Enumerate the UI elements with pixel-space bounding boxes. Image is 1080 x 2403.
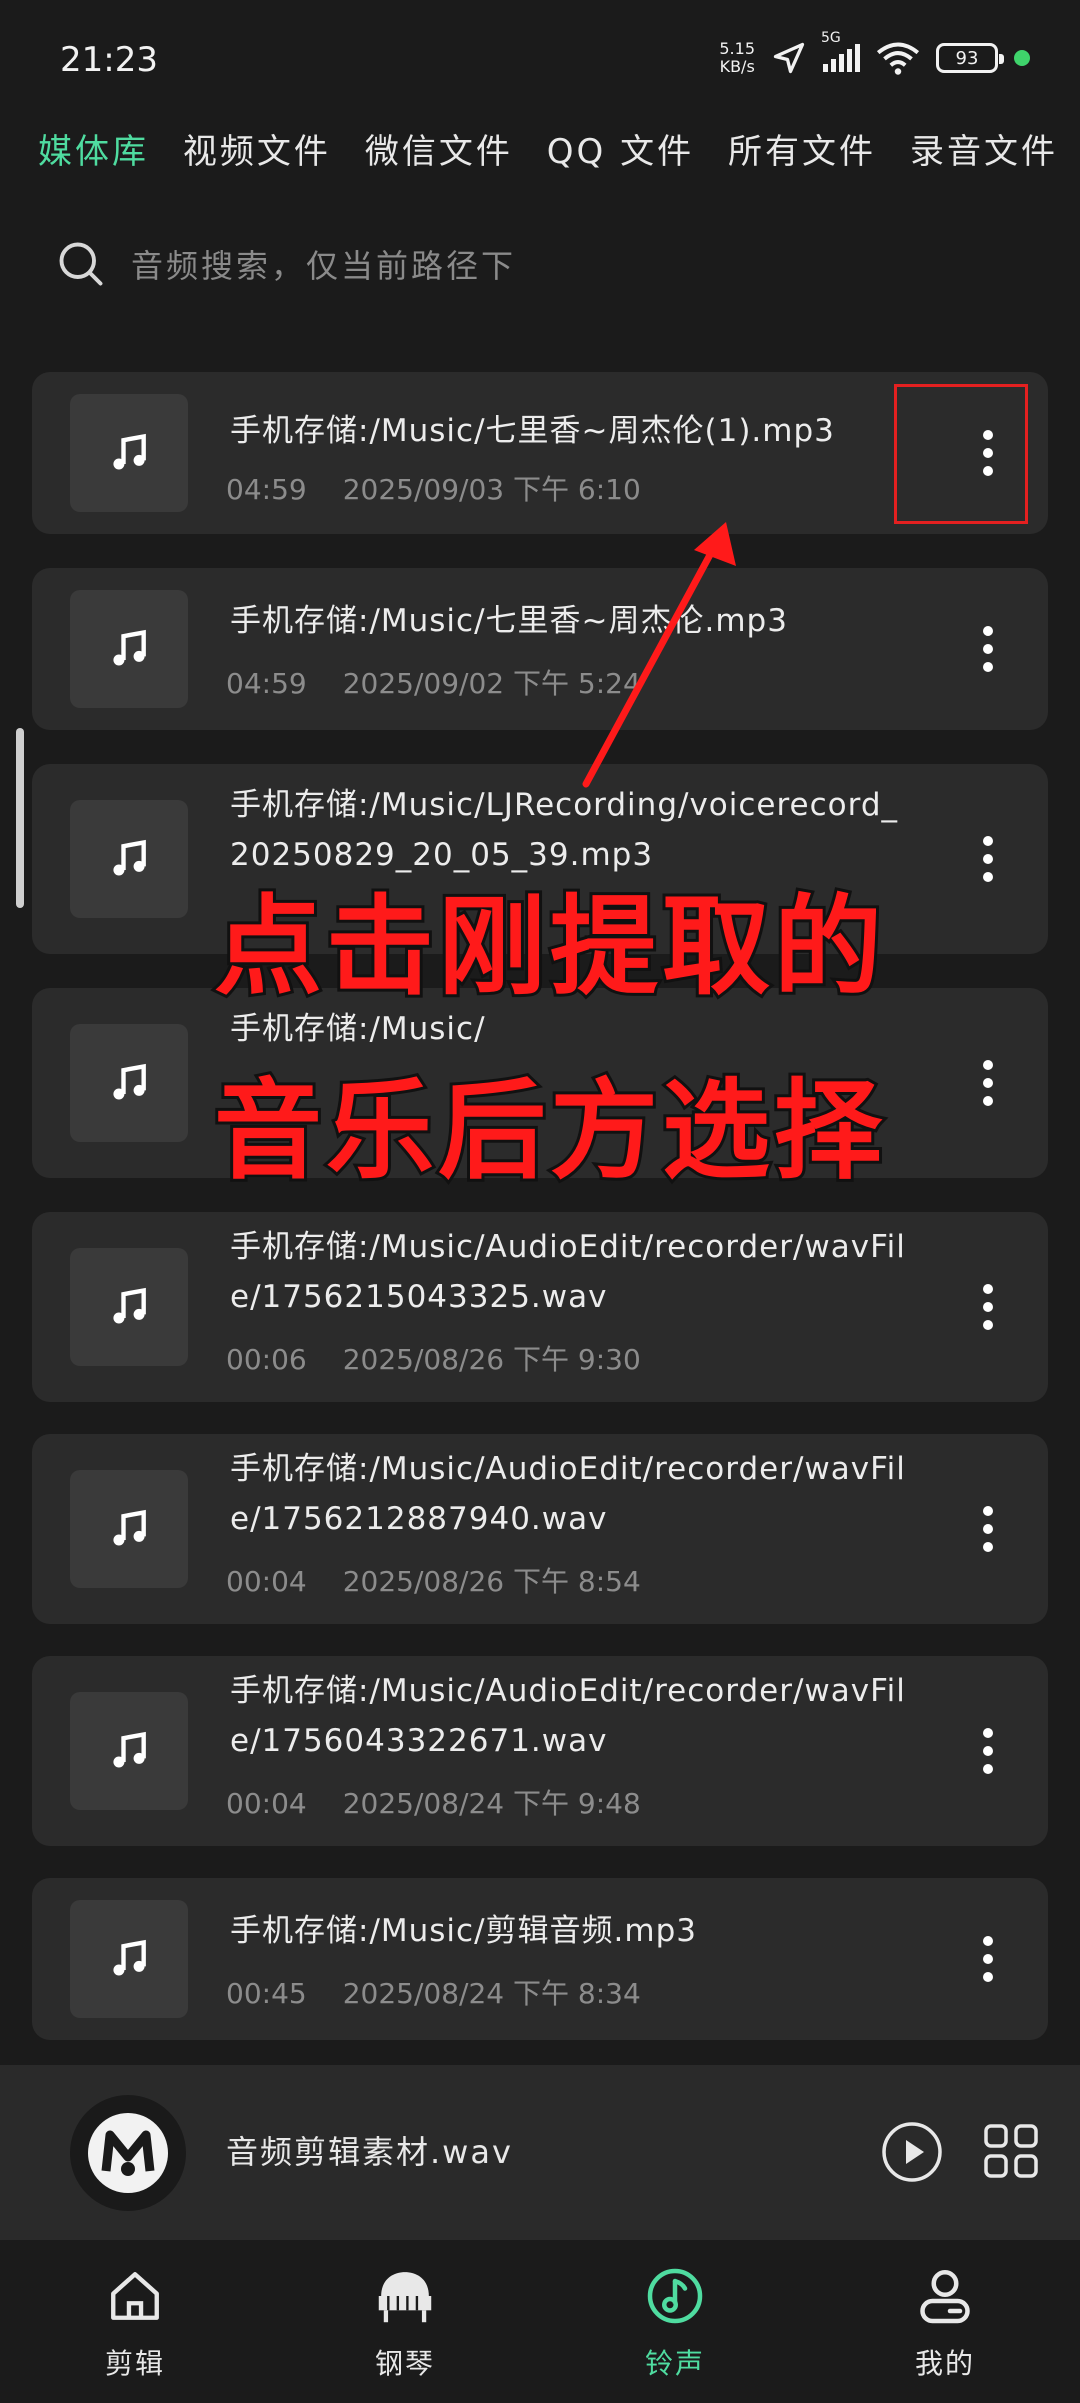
list-item[interactable]: 手机存储:/Music/七里香~周杰伦.mp3 04:59 2025/09/02 … [32, 568, 1048, 730]
music-note-icon [113, 1287, 146, 1324]
item-duration: 00:45 [226, 1977, 307, 2010]
more-options-button[interactable] [968, 1494, 1008, 1564]
audio-thumbnail [70, 1900, 188, 2018]
nav-label: 我的 [914, 2347, 975, 2380]
more-vertical-icon [983, 1284, 993, 1330]
more-options-button[interactable] [968, 1924, 1008, 1994]
more-vertical-icon [983, 1936, 993, 1982]
tab-recording-files[interactable]: 录音文件 [910, 124, 1058, 173]
player-track-title: 音频剪辑素材.wav [226, 2133, 513, 2171]
more-options-button[interactable] [968, 614, 1008, 684]
network-type: 5G [821, 30, 841, 46]
audio-thumbnail [70, 1470, 188, 1588]
player-cover [70, 2095, 186, 2211]
item-duration: 00:06 [226, 1343, 307, 1376]
item-meta: 00:06 2025/08/26 下午 9:30 [226, 1338, 677, 1378]
item-date: 2025/08/26 下午 9:30 [342, 1343, 641, 1376]
tab-wechat-files[interactable]: 微信文件 [365, 124, 513, 173]
nav-label: 钢琴 [374, 2347, 435, 2380]
list-item[interactable]: 手机存储:/Music/AudioEdit/recorder/wavFile/1… [32, 1212, 1048, 1402]
item-duration: 00:04 [226, 1565, 307, 1598]
more-vertical-icon [983, 1060, 993, 1106]
mini-player[interactable]: 音频剪辑素材.wav [0, 2065, 1080, 2240]
annotation-arrow [582, 522, 736, 788]
item-duration: 04:59 [226, 667, 307, 700]
more-options-button[interactable] [968, 1272, 1008, 1342]
more-options-button[interactable] [968, 1716, 1008, 1786]
play-button[interactable] [880, 2120, 944, 2184]
more-options-button[interactable] [968, 824, 1008, 894]
piano-icon [378, 2272, 432, 2323]
item-title: 手机存储:/Music/AudioEdit/recorder/wavFile/1… [230, 1229, 906, 1315]
audio-thumbnail [70, 590, 188, 708]
item-date: 2025/08/26 下午 8:54 [342, 1565, 641, 1598]
music-note-icon [113, 1509, 146, 1546]
nav-item-ringtone[interactable]: 铃声 [595, 2262, 755, 2382]
wifi-icon [876, 42, 920, 75]
nav-item-edit[interactable]: 剪辑 [55, 2262, 215, 2382]
music-note-icon [113, 629, 146, 666]
more-options-button[interactable] [968, 1048, 1008, 1118]
scrollbar[interactable] [16, 728, 24, 908]
bottom-navigation: 剪辑 钢琴 铃声 我的 [0, 2240, 1080, 2403]
music-note-icon [113, 1063, 146, 1100]
item-date: 2025/08/24 下午 8:34 [342, 1977, 641, 2010]
nav-label: 铃声 [644, 2347, 705, 2380]
category-tabs: 媒体库 视频文件 微信文件 QQ 文件 所有文件 录音文件 [38, 118, 1058, 178]
tab-video-files[interactable]: 视频文件 [183, 124, 331, 173]
music-note-icon [113, 1731, 146, 1768]
item-title: 手机存储:/Music/七里香~周杰伦(1).mp3 [230, 413, 835, 449]
location-arrow-icon [773, 42, 805, 74]
music-note-icon [647, 2268, 703, 2324]
tab-media-library[interactable]: 媒体库 [38, 124, 149, 173]
signal-icon: 5G [821, 30, 860, 72]
search-bar[interactable]: 音频搜索，仅当前路径下 [55, 232, 955, 296]
audio-thumbnail [70, 1248, 188, 1366]
music-note-icon [113, 839, 146, 876]
list-item[interactable]: 手机存储:/Music/AudioEdit/recorder/wavFile/1… [32, 1434, 1048, 1624]
item-duration: 04:59 [226, 473, 307, 506]
annotation-highlight-box [894, 384, 1028, 524]
person-icon [920, 2270, 970, 2324]
item-meta: 00:45 2025/08/24 下午 8:34 [226, 1972, 677, 2012]
playlist-grid-button[interactable] [983, 2123, 1039, 2179]
tab-qq-files[interactable]: QQ 文件 [547, 124, 694, 173]
nav-label: 剪辑 [104, 2347, 165, 2380]
item-date: 2025/08/24 下午 9:48 [342, 1787, 641, 1820]
music-note-icon [113, 433, 146, 470]
item-duration: 00:04 [226, 1787, 307, 1820]
status-bar: 21:23 5.15 KB/s 5G 93 [0, 0, 1080, 120]
audio-thumbnail [70, 394, 188, 512]
more-vertical-icon [983, 836, 993, 882]
annotation-text-line1: 点击刚提取的 [211, 882, 886, 1013]
tab-all-files[interactable]: 所有文件 [728, 124, 876, 173]
item-title: 手机存储:/Music/AudioEdit/recorder/wavFile/1… [230, 1451, 906, 1537]
home-icon [111, 2272, 159, 2320]
nav-item-mine[interactable]: 我的 [865, 2262, 1025, 2382]
battery-icon: 93 [936, 43, 1004, 73]
item-title: 手机存储:/Music/剪辑音频.mp3 [230, 1913, 697, 1949]
item-title: 手机存储:/Music/AudioEdit/recorder/wavFile/1… [230, 1673, 906, 1759]
privacy-dot [1014, 50, 1030, 66]
more-vertical-icon [983, 626, 993, 672]
more-vertical-icon [983, 1506, 993, 1552]
item-meta: 00:04 2025/08/24 下午 9:48 [226, 1782, 677, 1822]
music-note-icon [113, 1939, 146, 1976]
list-item[interactable]: 手机存储:/Music/剪辑音频.mp3 00:45 2025/08/24 下午 … [32, 1878, 1048, 2040]
search-icon [59, 242, 103, 286]
list-item[interactable]: 手机存储:/Music/AudioEdit/recorder/wavFile/1… [32, 1656, 1048, 1846]
net-speed: 5.15 KB/s [719, 39, 755, 76]
audio-thumbnail [70, 1692, 188, 1810]
nav-item-piano[interactable]: 钢琴 [325, 2262, 485, 2382]
annotation-text-line2: 音乐后方选择 [211, 1066, 886, 1197]
status-time: 21:23 [60, 40, 158, 80]
search-input[interactable]: 音频搜索，仅当前路径下 [131, 241, 516, 287]
status-icons: 5.15 KB/s 5G 93 [719, 30, 1030, 76]
app-logo-icon [88, 2113, 168, 2193]
more-vertical-icon [983, 1728, 993, 1774]
item-meta: 00:04 2025/08/26 下午 8:54 [226, 1560, 677, 1600]
